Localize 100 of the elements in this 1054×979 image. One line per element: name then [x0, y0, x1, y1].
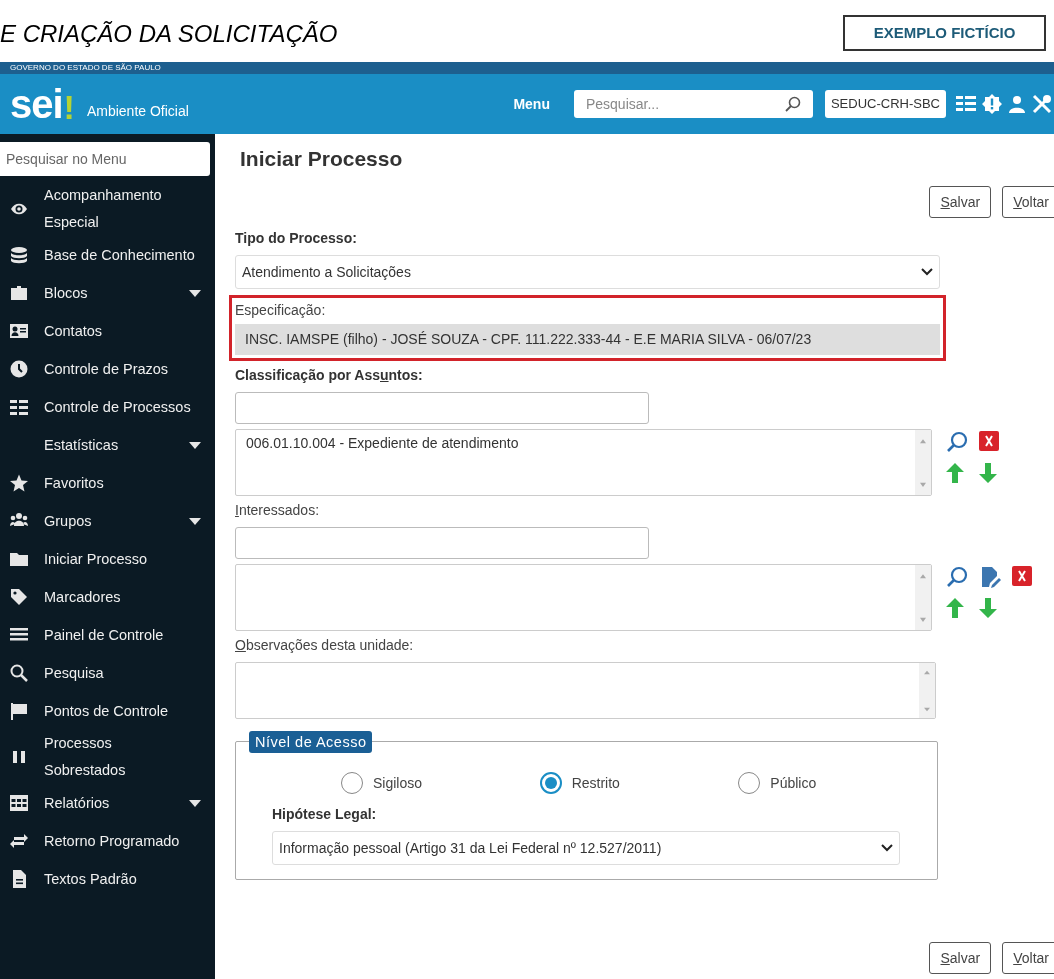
up-arrow-icon — [945, 463, 964, 483]
action-button[interactable]: Salvar — [929, 186, 992, 218]
scrollbar — [914, 430, 931, 495]
swap-arrows-icon — [10, 832, 28, 850]
alert-icon — [982, 94, 1002, 114]
search-icon — [945, 431, 968, 453]
radio-option[interactable]: Restrito — [539, 772, 739, 794]
action-button[interactable]: Salvar — [929, 942, 992, 974]
action-button[interactable]: Voltar — [1002, 186, 1054, 218]
caret-icon — [189, 289, 201, 297]
field-label: Observações desta unidade: — [235, 636, 415, 655]
notes-field[interactable] — [235, 662, 936, 719]
sidebar-item-label: Blocos — [44, 283, 89, 303]
legal-basis-select[interactable]: Informação pessoal (Artigo 31 da Lei Federal nº 12.527/2011) — [272, 831, 900, 865]
access-level-legend: Nível de Acesso — [249, 731, 373, 753]
remove-icon — [1011, 566, 1032, 586]
text-input-field[interactable] — [235, 527, 649, 559]
sidebar-item-label: Controle de Prazos — [44, 359, 170, 379]
sidebar-item[interactable]: Painel de Controle — [0, 616, 215, 654]
list-icon — [10, 398, 28, 416]
sidebar-item-label: Processos Sobrestados — [44, 734, 127, 780]
radio-option[interactable]: Público — [738, 772, 937, 794]
sidebar-item[interactable]: Contatos — [0, 312, 215, 350]
sidebar-item[interactable]: Pesquisa — [0, 654, 215, 692]
sidebar-item-label: Controle de Processos — [44, 397, 192, 417]
database-icon — [10, 246, 28, 264]
action-button[interactable]: Voltar — [1002, 942, 1054, 974]
menu-lines-icon — [10, 626, 28, 644]
pause-icon — [10, 748, 28, 766]
field-label: Classificação por Assuntos: — [235, 366, 424, 385]
field-label: Especificação: — [235, 301, 327, 320]
sidebar-item[interactable]: Controle de Prazos — [0, 350, 215, 388]
list-item[interactable]: 006.01.10.004 - Expediente de atendimento — [246, 433, 905, 454]
search-icon — [945, 566, 968, 588]
list-icon — [956, 95, 976, 113]
unit-button[interactable]: SEDUC-CRH-SBC — [824, 90, 946, 118]
sidebar-item[interactable]: Grupos — [0, 502, 215, 540]
example-tag: EXEMPLO FICTÍCIO — [843, 15, 1046, 51]
sidebar-item[interactable]: Acompanhamento Especial — [0, 182, 215, 236]
tag-icon — [10, 588, 28, 606]
sidebar-item-label: Relatórios — [44, 793, 111, 813]
sidebar-item[interactable]: Marcadores — [0, 578, 215, 616]
sidebar-item-label: Textos Padrão — [44, 869, 138, 889]
page-title: Iniciar Processo — [240, 146, 404, 172]
sei-logo: sei! — [10, 84, 75, 124]
sidebar-item[interactable]: Controle de Processos — [0, 388, 215, 426]
caret-icon — [189, 799, 201, 807]
sidebar-item[interactable]: Textos Padrão — [0, 860, 215, 898]
sidebar-item-label: Favoritos — [44, 473, 105, 493]
sidebar-item-label: Grupos — [44, 511, 93, 531]
government-label: GOVERNO DO ESTADO DE SÃO PAULO — [10, 64, 161, 72]
sidebar-item-label: Marcadores — [44, 587, 122, 607]
list-box[interactable] — [235, 564, 932, 631]
sidebar-item-label: Pontos de Controle — [44, 701, 170, 721]
menu-search-field[interactable]: Pesquisar no Menu — [0, 142, 210, 176]
sidebar-item[interactable]: Processos Sobrestados — [0, 730, 215, 784]
specification-field[interactable]: INSC. IAMSPE (filho) - JOSÉ SOUZA - CPF. 111.222.333-44 - E.E MARIA SILVA - 06/07/23 — [235, 324, 940, 355]
sidebar-item[interactable]: Estatísticas — [0, 426, 215, 464]
field-label: Interessados: — [235, 501, 321, 520]
caret-icon — [189, 441, 201, 449]
table-icon — [10, 794, 28, 812]
environment-label: Ambiente Oficial — [86, 101, 189, 121]
sidebar-item-label: Base de Conhecimento — [44, 245, 196, 265]
sidebar-item[interactable]: Blocos — [0, 274, 215, 312]
menu-link[interactable]: Menu — [513, 93, 550, 115]
caret-icon — [189, 517, 201, 525]
sidebar-item-label: Retorno Programado — [44, 831, 181, 851]
clock-icon — [10, 360, 28, 378]
process-type-select[interactable]: Atendimento a Solicitações — [235, 255, 940, 289]
sidebar-item-label: Iniciar Processo — [44, 549, 149, 569]
sidebar-item[interactable]: Base de Conhecimento — [0, 236, 215, 274]
radio-button[interactable] — [539, 772, 562, 794]
sidebar-item[interactable]: Pontos de Controle — [0, 692, 215, 730]
search-icon — [10, 664, 28, 682]
sidebar-item[interactable]: Iniciar Processo — [0, 540, 215, 578]
chevron-down-icon — [921, 268, 933, 276]
chevron-down-icon — [881, 844, 893, 852]
document-icon — [10, 870, 28, 888]
sidebar-item-label: Estatísticas — [44, 435, 120, 455]
scrollbar — [914, 565, 931, 630]
down-arrow-icon — [978, 598, 997, 618]
search-icon — [784, 96, 801, 112]
flag-icon — [10, 702, 28, 720]
radio-option[interactable]: Sigiloso — [341, 772, 540, 794]
sidebar-item[interactable]: Favoritos — [0, 464, 215, 502]
field-label: Hipótese Legal: — [272, 805, 378, 824]
text-input-field[interactable] — [235, 392, 649, 424]
sidebar-item-label: Contatos — [44, 321, 104, 341]
list-box[interactable]: 006.01.10.004 - Expediente de atendimento — [235, 429, 932, 496]
contact-card-icon — [10, 322, 28, 340]
star-icon — [10, 474, 28, 492]
sidebar-item-label: Acompanhamento Especial — [44, 186, 163, 232]
sidebar-item-label: Painel de Controle — [44, 625, 165, 645]
document-title: E CRIAÇÃO DA SOLICITAÇÃO — [0, 19, 338, 49]
tools-icon — [1032, 94, 1052, 114]
up-arrow-icon — [945, 598, 964, 618]
down-arrow-icon — [978, 463, 997, 483]
sidebar-item[interactable]: Relatórios — [0, 784, 215, 822]
sidebar-item[interactable]: Retorno Programado — [0, 822, 215, 860]
remove-icon — [978, 431, 999, 451]
